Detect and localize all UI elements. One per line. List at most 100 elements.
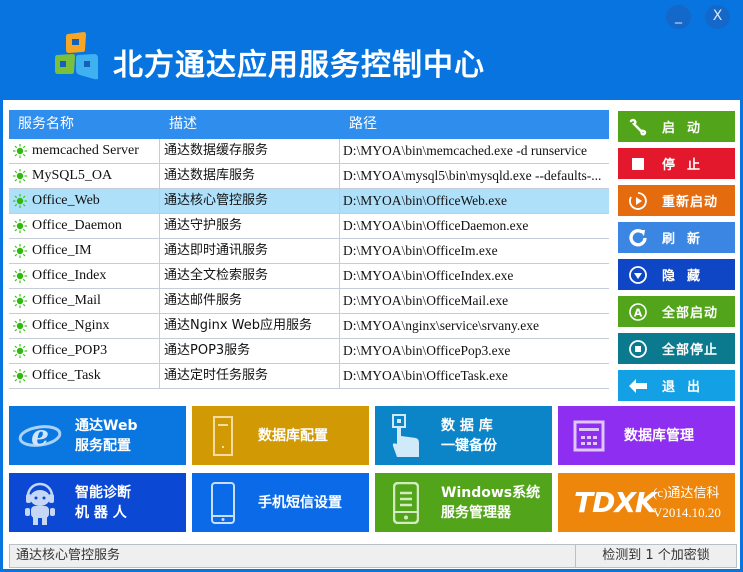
running-status-icon <box>13 169 27 183</box>
tile-robot[interactable]: 智能诊断机 器 人 <box>9 473 186 532</box>
action-button-stop-all[interactable]: 全部停止 <box>618 333 735 364</box>
service-description: 通达Nginx Web应用服务 <box>160 314 340 338</box>
tile-service-doc[interactable]: Windows系统 服务管理器 <box>375 473 552 532</box>
tile-calculator[interactable]: 数据库管理 <box>558 406 735 465</box>
table-header: 服务名称 描述 路径 <box>9 110 609 139</box>
refresh-icon <box>618 228 658 248</box>
tdxk-logo-icon: TDXK <box>574 486 657 519</box>
app-title: 北方通达应用服务控制中心 <box>113 48 485 83</box>
service-name: Office_Task <box>32 368 101 383</box>
action-button-label: 全部停止 <box>662 343 719 358</box>
column-header-name[interactable]: 服务名称 <box>9 110 160 139</box>
mobile-phone-icon <box>192 481 254 524</box>
service-path: D:\MYOA\bin\OfficeDaemon.exe <box>343 218 529 233</box>
table-row[interactable]: Office_POP3 通达POP3服务 D:\MYOA\bin\OfficePop… <box>9 339 609 364</box>
column-header-path[interactable]: 路径 <box>340 110 609 139</box>
service-name: Office_Index <box>32 268 107 283</box>
exit-arrow-icon <box>618 378 658 394</box>
calculator-icon <box>558 420 620 452</box>
service-path: D:\MYOA\bin\OfficeIndex.exe <box>343 268 514 283</box>
table-row[interactable]: MySQL5_OA 通达数据库服务 D:\MYOA\mysql5\bin\mysql… <box>9 164 609 189</box>
tile-label-line1: 数据库管理 <box>624 427 694 444</box>
main-panel: 服务名称 描述 路径 memcached Server 通达数据缓存服务 D:\MY… <box>3 100 740 569</box>
tile-label-line1: 数据库配置 <box>258 427 328 444</box>
service-path: D:\MYOA\mysql5\bin\mysqld.exe --defaults… <box>343 168 602 183</box>
running-status-icon <box>13 219 27 233</box>
action-button-label: 退 出 <box>662 380 702 395</box>
table-row[interactable]: Office_Nginx 通达Nginx Web应用服务 D:\MYOA\nginx… <box>9 314 609 339</box>
svg-text:e: e <box>31 419 49 452</box>
running-status-icon <box>13 144 27 158</box>
tile-label-line2: 一键备份 <box>441 437 497 454</box>
action-button-start-all[interactable]: A 全部启动 <box>618 296 735 327</box>
table-row[interactable]: Office_Task 通达定时任务服务 D:\MYOA\bin\OfficeTas… <box>9 364 609 389</box>
action-button-refresh[interactable]: 刷 新 <box>618 222 735 253</box>
tile-label-line2: 机 器 人 <box>75 504 127 521</box>
title-bar: 北方通达应用服务控制中心 _ X <box>0 0 743 100</box>
table-row[interactable]: memcached Server 通达数据缓存服务 D:\MYOA\bin\memc… <box>9 139 609 164</box>
service-path: D:\MYOA\bin\OfficeTask.exe <box>343 368 508 383</box>
running-status-icon <box>13 294 27 308</box>
service-path: D:\MYOA\bin\OfficeWeb.exe <box>343 193 507 208</box>
action-button-label: 刷 新 <box>662 232 702 247</box>
action-button-restart-play[interactable]: 重新启动 <box>618 185 735 216</box>
service-name: Office_Web <box>32 193 100 208</box>
action-button-label: 停 止 <box>662 158 702 173</box>
minimize-button[interactable]: _ <box>666 5 691 29</box>
stop-all-icon <box>618 339 658 359</box>
service-name: Office_POP3 <box>32 343 108 358</box>
tile-mobile-phone[interactable]: 手机短信设置 <box>192 473 369 532</box>
tile-label-line1: Windows系统 <box>441 484 541 501</box>
restart-play-icon <box>618 191 658 211</box>
app-logo-icon <box>55 32 98 80</box>
action-button-exit-arrow[interactable]: 退 出 <box>618 370 735 401</box>
about-tile[interactable]: TDXK (c)通达信科 V2014.10.20 <box>558 473 735 532</box>
table-row[interactable]: Office_Index 通达全文检索服务 D:\MYOA\bin\OfficeIn… <box>9 264 609 289</box>
table-row[interactable]: Office_Web 通达核心管控服务 D:\MYOA\bin\OfficeWeb.… <box>9 189 609 214</box>
close-button[interactable]: X <box>705 5 730 29</box>
hide-down-icon <box>618 265 658 285</box>
version-text: V2014.10.20 <box>653 504 721 520</box>
status-bar: 通达核心管控服务 检测到 1 个加密锁 <box>9 544 737 568</box>
service-description: 通达即时通讯服务 <box>160 239 340 263</box>
ie-web-icon: e <box>9 418 71 454</box>
action-button-label: 重新启动 <box>662 195 719 210</box>
copyright-text: (c)通达信科 <box>653 484 720 500</box>
svg-text:A: A <box>634 306 643 319</box>
service-name: Office_Mail <box>32 293 101 308</box>
tile-label-line2: 服务管理器 <box>441 504 511 521</box>
tile-server-tower[interactable]: 数据库配置 <box>192 406 369 465</box>
table-row[interactable]: Office_Daemon 通达守护服务 D:\MYOA\bin\OfficeDae… <box>9 214 609 239</box>
running-status-icon <box>13 244 27 258</box>
robot-icon <box>9 480 71 526</box>
column-header-description[interactable]: 描述 <box>160 110 340 139</box>
service-description: 通达邮件服务 <box>160 289 340 313</box>
table-row[interactable]: Office_Mail 通达邮件服务 D:\MYOA\bin\OfficeMail.… <box>9 289 609 314</box>
service-name: Office_Nginx <box>32 318 110 333</box>
action-button-label: 启 动 <box>662 121 702 136</box>
service-doc-icon <box>375 481 437 524</box>
tile-ie-web[interactable]: e 通达Web 服务配置 <box>9 406 186 465</box>
action-button-label: 全部启动 <box>662 306 719 321</box>
status-selected-service: 通达核心管控服务 <box>10 545 576 567</box>
table-row[interactable]: Office_IM 通达即时通讯服务 D:\MYOA\bin\OfficeIm.ex… <box>9 239 609 264</box>
tile-label-line1: 手机短信设置 <box>258 494 342 511</box>
service-path: D:\MYOA\bin\memcached.exe -d runservice <box>343 143 588 158</box>
service-path: D:\MYOA\nginx\service\srvany.exe <box>343 318 539 333</box>
hand-click-icon <box>375 413 437 458</box>
service-description: 通达核心管控服务 <box>160 189 340 213</box>
running-status-icon <box>13 194 27 208</box>
status-dongle-count: 检测到 1 个加密锁 <box>602 548 710 563</box>
service-name: Office_Daemon <box>32 218 122 233</box>
action-button-hide-down[interactable]: 隐 藏 <box>618 259 735 290</box>
action-button-wrench[interactable]: 启 动 <box>618 111 735 142</box>
tile-hand-click[interactable]: 数 据 库一键备份 <box>375 406 552 465</box>
action-buttons: 启 动停 止重新启动刷 新隐 藏 A 全部启动全部停止退 出 <box>618 111 735 407</box>
minimize-icon: _ <box>675 8 682 24</box>
action-button-stop-square[interactable]: 停 止 <box>618 148 735 179</box>
service-description: 通达数据缓存服务 <box>160 139 340 163</box>
wrench-icon <box>618 118 658 136</box>
tile-label-line2: 服务配置 <box>75 437 131 454</box>
stop-square-icon <box>618 156 658 172</box>
service-name: memcached Server <box>32 143 139 158</box>
